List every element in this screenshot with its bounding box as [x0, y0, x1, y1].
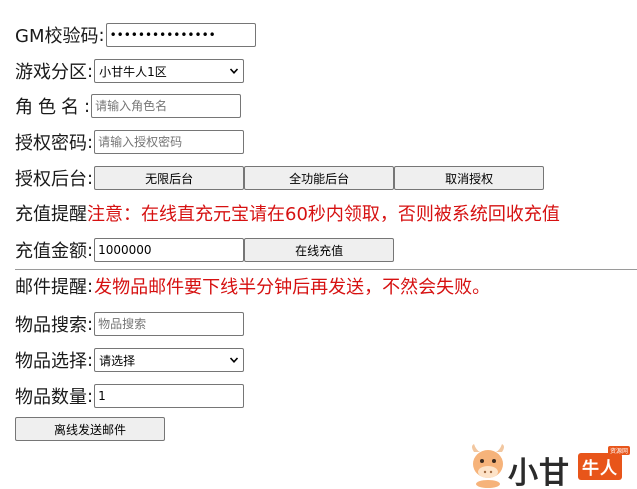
- recharge-notice-row: 充值提醒 注意：在线直充元宝请在60秒内领取，否则被系统回收充值: [15, 199, 560, 227]
- colon: :: [87, 131, 94, 153]
- mail-notice-row: 邮件提醒 : 发物品邮件要下线半分钟后再发送，不然会失败。: [15, 272, 490, 300]
- gm-code-input[interactable]: [105, 23, 256, 47]
- item-select-label: 物品选择: [15, 351, 87, 372]
- logo-tag: 资源网: [608, 446, 631, 455]
- chevron-down-icon: [229, 357, 239, 363]
- recharge-notice-label: 充值提醒: [15, 204, 87, 225]
- item-quantity-row: 物品数量 :: [15, 382, 245, 410]
- logo-badge: 牛人: [578, 453, 622, 480]
- chevron-down-icon: [229, 68, 239, 74]
- auth-backend-label: 授权后台: [15, 169, 87, 190]
- item-select-row: 物品选择 : 请选择: [15, 346, 245, 374]
- colon: :: [87, 239, 94, 261]
- auth-password-input[interactable]: [94, 130, 245, 154]
- auth-password-row: 授权密码 :: [15, 128, 245, 156]
- cancel-auth-button[interactable]: 取消授权: [394, 166, 545, 190]
- divider: [15, 269, 637, 270]
- item-selected-value: 请选择: [99, 353, 136, 368]
- zone-select[interactable]: 小甘牛人1区: [94, 59, 245, 83]
- auth-backend-row: 授权后台 : 无限后台 全功能后台 取消授权: [15, 164, 545, 192]
- unlimited-backend-button[interactable]: 无限后台: [94, 166, 245, 190]
- zone-label: 游戏分区: [15, 62, 87, 83]
- online-recharge-button[interactable]: 在线充值: [244, 238, 395, 262]
- colon: :: [87, 167, 94, 189]
- gm-panel: GM校验码 : 游戏分区 : 小甘牛人1区 角色名 : 授权密码 : 授权后台 …: [0, 0, 637, 489]
- item-search-row: 物品搜索 :: [15, 310, 245, 338]
- colon: :: [87, 60, 94, 82]
- colon: :: [98, 24, 105, 46]
- recharge-amount-row: 充值金额 : 在线充值: [15, 236, 395, 264]
- zone-selected-value: 小甘牛人1区: [99, 64, 167, 79]
- role-name-input[interactable]: [91, 94, 242, 118]
- recharge-notice-text: 注意：在线直充元宝请在60秒内领取，否则被系统回收充值: [87, 204, 560, 225]
- send-mail-row: 离线发送邮件: [15, 415, 165, 443]
- role-name-row: 角色名 :: [15, 92, 242, 120]
- send-offline-mail-button[interactable]: 离线发送邮件: [15, 417, 165, 441]
- role-name-label: 角色名: [15, 97, 84, 118]
- zone-row: 游戏分区 : 小甘牛人1区: [15, 57, 245, 85]
- gm-code-row: GM校验码 :: [15, 21, 256, 49]
- colon: :: [87, 275, 94, 297]
- mail-notice-text: 发物品邮件要下线半分钟后再发送，不然会失败。: [94, 277, 491, 298]
- item-quantity-input[interactable]: [94, 384, 245, 408]
- recharge-amount-input[interactable]: [94, 238, 245, 262]
- colon: :: [87, 385, 94, 407]
- colon: :: [84, 95, 91, 117]
- full-backend-button[interactable]: 全功能后台: [244, 166, 395, 190]
- item-select[interactable]: 请选择: [94, 348, 245, 372]
- logo-text: 小甘: [508, 456, 570, 489]
- item-search-label: 物品搜索: [15, 315, 87, 336]
- bull-mascot-icon: [472, 444, 504, 488]
- colon: :: [87, 349, 94, 371]
- item-search-input[interactable]: [94, 312, 245, 336]
- gm-code-label: GM校验码: [15, 26, 99, 47]
- auth-password-label: 授权密码: [15, 133, 87, 154]
- mail-notice-label: 邮件提醒: [15, 277, 87, 298]
- item-quantity-label: 物品数量: [15, 387, 87, 408]
- recharge-amount-label: 充值金额: [15, 241, 87, 262]
- watermark-logo: 小甘 牛人 资源网: [468, 440, 637, 489]
- colon: :: [87, 313, 94, 335]
